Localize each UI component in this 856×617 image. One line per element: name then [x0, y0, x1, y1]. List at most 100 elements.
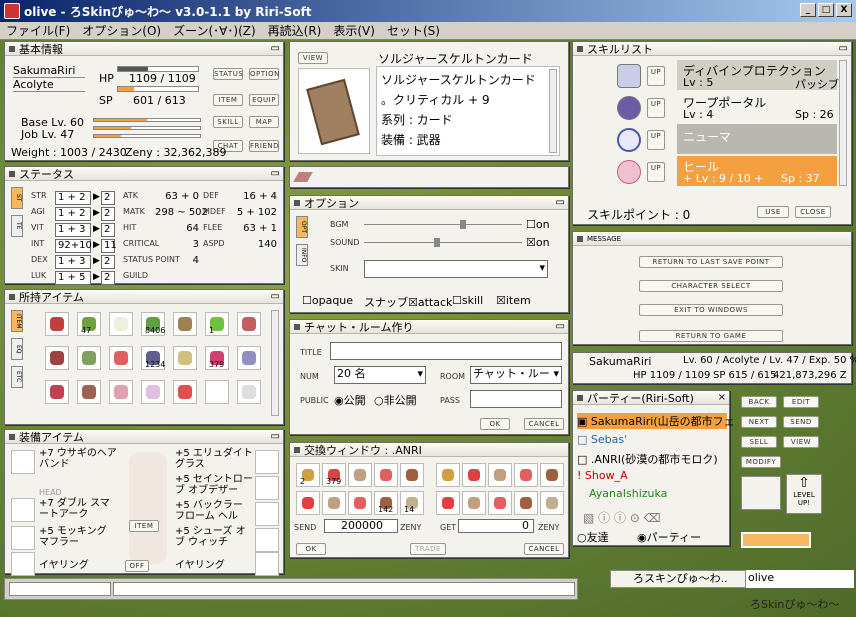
trade-slot[interactable]	[488, 491, 512, 515]
stat-up-icon[interactable]: ▶	[93, 208, 100, 218]
modify-button[interactable]: MODIFY	[741, 456, 781, 468]
equip-slot-icon[interactable]	[255, 552, 279, 576]
trade-button[interactable]: TRADE	[410, 543, 446, 555]
equip-slot-icon[interactable]	[11, 552, 35, 576]
item-slot[interactable]	[205, 380, 229, 404]
item-scrollbar[interactable]	[271, 310, 279, 416]
item-slot[interactable]	[109, 312, 133, 336]
card-scrollbar[interactable]	[549, 69, 557, 153]
chat-input[interactable]	[113, 582, 575, 596]
item-slot[interactable]	[173, 312, 197, 336]
menu-view[interactable]: 表示(V)	[327, 22, 381, 39]
item-slot[interactable]	[173, 346, 197, 370]
menu-file[interactable]: ファイル(F)	[0, 22, 76, 39]
view-button-2[interactable]: VIEW	[783, 436, 819, 448]
trade-slot[interactable]	[436, 463, 460, 487]
collapse-icon[interactable]: ▭	[839, 43, 848, 54]
sound-slider[interactable]	[364, 238, 522, 247]
opaque-checkbox[interactable]: ☐opaque	[302, 294, 353, 307]
item-slot[interactable]	[77, 380, 101, 404]
status-button[interactable]: STATUS	[213, 68, 243, 80]
skill-scrollbar[interactable]	[839, 60, 847, 186]
chat-cancel-button[interactable]: CANCEL	[524, 418, 564, 430]
item-slot[interactable]	[45, 312, 69, 336]
bgm-slider[interactable]	[364, 220, 522, 229]
party-radio[interactable]: ◉パーティー	[637, 529, 701, 545]
stat-up-icon[interactable]: ▶	[93, 192, 100, 202]
item-slot[interactable]	[141, 380, 165, 404]
skill-up-button[interactable]: UP	[647, 162, 665, 182]
party-member[interactable]: ▣ SakumaRiri(山岳の都市フェ	[577, 413, 735, 429]
menu-set[interactable]: セット(S)	[381, 22, 446, 39]
stat-up-icon[interactable]: ▶	[93, 224, 100, 234]
item-slot[interactable]	[173, 380, 197, 404]
skill-row-3[interactable]: ニューマ	[677, 124, 837, 154]
trade-slot[interactable]	[514, 491, 538, 515]
chat-ok-button[interactable]: OK	[480, 418, 510, 430]
item-slot[interactable]	[237, 312, 261, 336]
chat-title-input[interactable]	[330, 342, 562, 360]
stat-up-icon[interactable]: ▶	[93, 240, 100, 250]
item-checkbox[interactable]: ☒item	[496, 294, 531, 307]
maximize-button[interactable]: □	[818, 3, 834, 17]
map-button[interactable]: MAP	[249, 116, 279, 128]
skill-row-1[interactable]: ディバインプロテクション Lv : 5 パッシブ	[677, 60, 839, 91]
level-up-button[interactable]: ⇧ LEVEL UP!	[786, 474, 822, 514]
whisper-input[interactable]	[9, 582, 111, 596]
close-button[interactable]: X	[836, 3, 852, 17]
pass-input[interactable]	[470, 390, 562, 408]
equip-slot-icon[interactable]	[255, 528, 279, 552]
equip-button[interactable]: EQUIP	[249, 94, 279, 106]
character-select-button[interactable]: CHARACTER SELECT	[639, 280, 783, 292]
tab-opt[interactable]: OPT	[296, 216, 308, 238]
skill-up-button[interactable]: UP	[647, 66, 665, 86]
tab-te[interactable]: TE	[11, 215, 23, 237]
skill-up-button[interactable]: UP	[647, 130, 665, 150]
item-slot[interactable]	[109, 346, 133, 370]
trade-slot[interactable]	[348, 491, 372, 515]
menu-zoom[interactable]: ズーン(･∀･)(Z)	[167, 22, 262, 39]
equip-slot-icon[interactable]	[11, 526, 35, 550]
equip-item-button[interactable]: ITEM	[129, 520, 159, 532]
back-button[interactable]: BACK	[741, 396, 777, 408]
return-save-point-button[interactable]: RETURN TO LAST SAVE POINT	[639, 256, 783, 268]
skill-checkbox[interactable]: ☐skill	[452, 294, 483, 307]
trade-ok-button[interactable]: OK	[296, 543, 326, 555]
trade-slot[interactable]	[514, 463, 538, 487]
view-button[interactable]: VIEW	[298, 52, 328, 64]
item-slot[interactable]	[237, 346, 261, 370]
option-button[interactable]: OPTION	[249, 68, 279, 80]
equip-slot-icon[interactable]	[255, 450, 279, 474]
friend-button[interactable]: FRIEND	[249, 140, 279, 152]
item-slot[interactable]	[237, 380, 261, 404]
trade-slot[interactable]	[348, 463, 372, 487]
send-button[interactable]: SEND	[783, 416, 819, 428]
skill-use-button[interactable]: USE	[757, 206, 789, 218]
sell-button[interactable]: SELL	[741, 436, 777, 448]
skin-select[interactable]: ▾	[364, 260, 548, 278]
room-select[interactable]: チャット・ルー ▾	[470, 366, 562, 384]
trade-slot[interactable]	[374, 463, 398, 487]
equip-off-button[interactable]: OFF	[125, 560, 149, 572]
collapse-icon[interactable]: ▭	[271, 431, 280, 442]
equip-slot-icon[interactable]	[255, 502, 279, 526]
party-member[interactable]: AyanaIshizuka	[589, 487, 667, 500]
next-button[interactable]: NEXT	[741, 416, 777, 428]
minimize-button[interactable]: _	[800, 3, 816, 17]
collapse-icon[interactable]: ▭	[271, 168, 280, 179]
party-member[interactable]: ! Show_A	[577, 469, 628, 482]
item-button[interactable]: ITEM	[213, 94, 243, 106]
send-zeny-input[interactable]: 200000	[324, 519, 398, 533]
collapse-icon[interactable]: ▭	[556, 197, 565, 208]
tab-item[interactable]: ITEM	[11, 310, 23, 332]
stat-up-icon[interactable]: ▶	[93, 272, 100, 282]
trade-slot[interactable]	[436, 491, 460, 515]
skill-row-4[interactable]: ヒール + Lv : 9 / 10 + Sp : 37	[677, 156, 837, 186]
equip-slot-icon[interactable]	[255, 476, 279, 500]
party-member[interactable]: □ .ANRI(砂漠の都市モロク)	[577, 451, 718, 467]
item-slot[interactable]	[45, 380, 69, 404]
exit-windows-button[interactable]: EXIT TO WINDOWS	[639, 304, 783, 316]
public-radio[interactable]: ◉公開	[334, 392, 366, 408]
item-slot[interactable]	[45, 346, 69, 370]
trade-cancel-button[interactable]: CANCEL	[524, 543, 564, 555]
